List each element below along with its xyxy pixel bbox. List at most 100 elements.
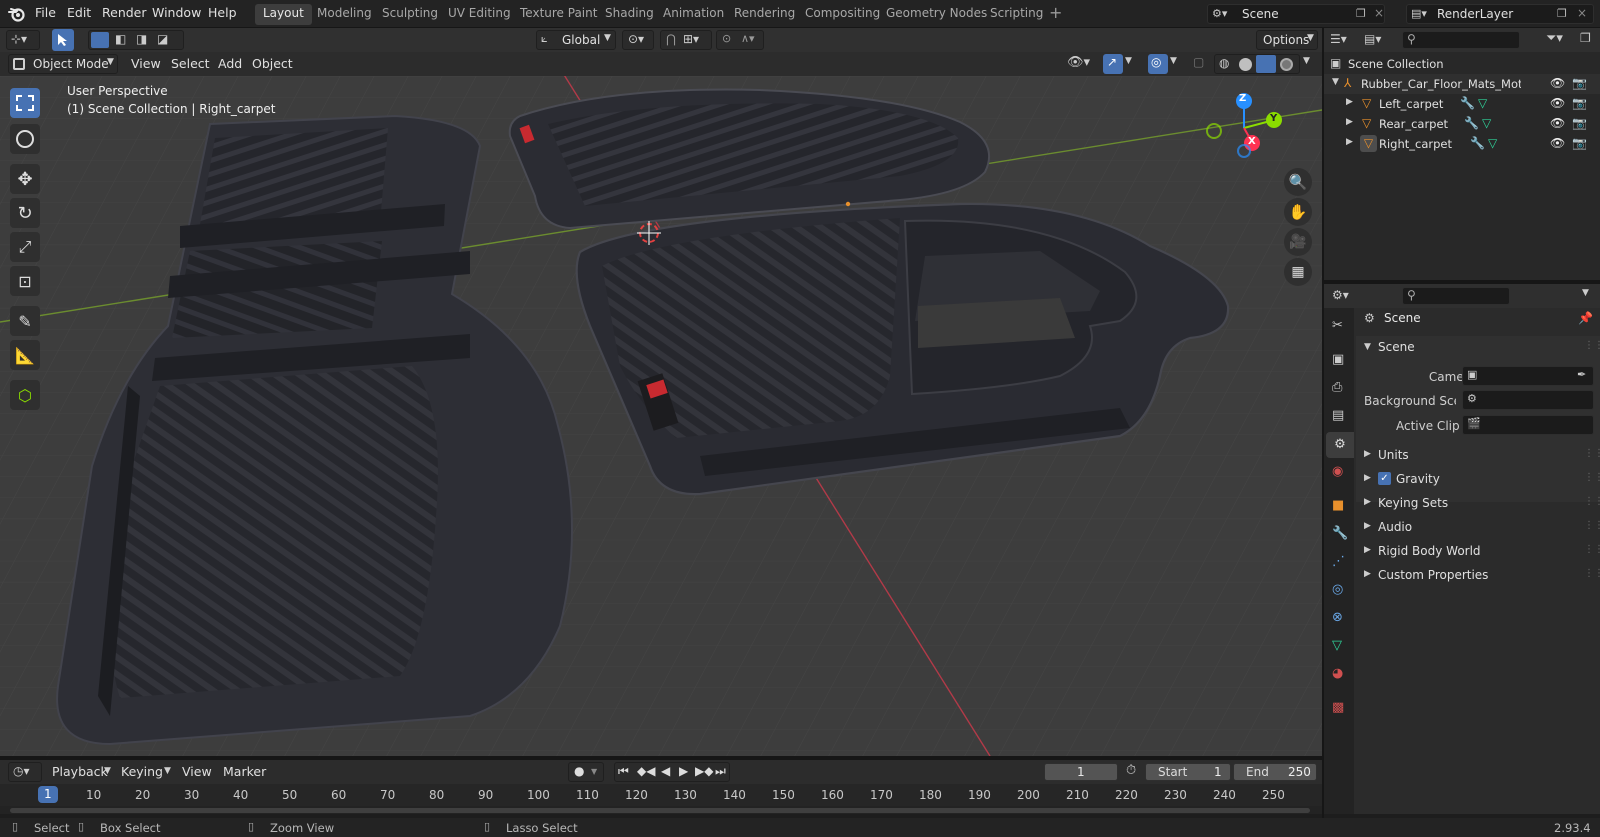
viewport-menu-select[interactable]: Select bbox=[171, 56, 210, 71]
camera-field[interactable]: ▣ ✒ bbox=[1462, 366, 1594, 386]
next-keyframe-icon[interactable]: ▶◆ bbox=[695, 764, 713, 778]
transform-tool[interactable]: ⊡ bbox=[10, 266, 40, 296]
play-reverse-icon[interactable]: ◀ bbox=[661, 764, 670, 778]
solid-shading-icon[interactable] bbox=[1239, 58, 1252, 71]
mode-dropdown[interactable]: Object Mode ▼ bbox=[8, 54, 118, 74]
auto-keying-button[interactable]: ● ▼ bbox=[568, 762, 604, 782]
properties-editor-type-icon[interactable]: ⚙▾ bbox=[1332, 288, 1349, 302]
object-properties-icon[interactable]: ■ bbox=[1332, 498, 1344, 513]
close-view-layer-icon[interactable]: × bbox=[1577, 6, 1587, 20]
render-camera-icon[interactable]: 📷 bbox=[1572, 136, 1587, 150]
proportional-editing-group[interactable]: ⊙ ∧▾ bbox=[716, 30, 764, 50]
shading-mode-group[interactable]: ◍ bbox=[1214, 54, 1300, 74]
outliner-search-input[interactable]: ⚲ bbox=[1402, 31, 1520, 49]
panel-audio[interactable]: ▶ Audio ⋮⋮ bbox=[1356, 516, 1600, 538]
move-tool[interactable]: ✥ bbox=[10, 164, 40, 194]
annotate-tool[interactable]: ✎ bbox=[10, 306, 40, 336]
drag-handle-icon[interactable]: ⋮⋮ bbox=[1584, 496, 1600, 507]
panel-gravity[interactable]: ▶ ✓ Gravity ⋮⋮ bbox=[1356, 468, 1600, 490]
tab-compositing[interactable]: Compositing bbox=[797, 4, 888, 25]
render-camera-icon[interactable]: 📷 bbox=[1572, 96, 1587, 110]
tab-sculpting[interactable]: Sculpting bbox=[374, 4, 446, 25]
editor-type-button[interactable]: ⊹▾ bbox=[6, 30, 40, 50]
perspective-toggle-icon[interactable]: ▦ bbox=[1284, 258, 1312, 286]
tool-settings-icon[interactable]: ✂ bbox=[1332, 318, 1343, 333]
camera-view-icon[interactable]: 🎥 bbox=[1284, 228, 1312, 256]
select-subtract-icon[interactable]: ◨ bbox=[136, 32, 147, 46]
visibility-eye-icon[interactable]: 👁 bbox=[1550, 136, 1565, 150]
outliner-row-scene-collection[interactable]: ▣ Scene Collection bbox=[1324, 54, 1600, 74]
select-box-tool[interactable] bbox=[10, 88, 40, 118]
xray-toggle-icon[interactable]: ▢ bbox=[1193, 55, 1204, 69]
render-camera-icon[interactable]: 📷 bbox=[1572, 116, 1587, 130]
timeline-editor-type-button[interactable]: ◷▾ bbox=[8, 762, 42, 782]
gravity-checkbox[interactable]: ✓ bbox=[1378, 472, 1391, 485]
physics-properties-icon[interactable]: ◎ bbox=[1332, 582, 1343, 597]
current-frame-field[interactable]: 1 bbox=[1044, 763, 1118, 781]
modifier-wrench-icon[interactable]: 🔧 bbox=[1464, 116, 1479, 130]
copy-view-layer-icon[interactable]: ❐ bbox=[1557, 7, 1567, 20]
drag-handle-icon[interactable]: ⋮⋮ bbox=[1584, 568, 1600, 579]
scale-tool[interactable]: ⤢ bbox=[10, 232, 40, 262]
tab-rendering[interactable]: Rendering bbox=[726, 4, 803, 25]
chevron-down-icon[interactable]: ▼ bbox=[1582, 288, 1589, 298]
output-properties-icon[interactable]: ⎙ bbox=[1332, 380, 1342, 395]
zoom-icon[interactable]: 🔍 bbox=[1284, 168, 1312, 196]
tab-texture-paint[interactable]: Texture Paint bbox=[512, 4, 605, 25]
tab-shading[interactable]: Shading bbox=[597, 4, 662, 25]
drag-handle-icon[interactable]: ⋮⋮ bbox=[1584, 520, 1600, 531]
visibility-eye-icon[interactable]: 👁 bbox=[1550, 96, 1565, 110]
new-collection-icon[interactable]: ❐ bbox=[1580, 31, 1591, 45]
chevron-down-icon[interactable]: ▼ bbox=[1170, 56, 1177, 66]
visibility-eye-icon[interactable]: 👁 bbox=[1550, 76, 1565, 90]
drag-handle-icon[interactable]: ⋮⋮ bbox=[1584, 448, 1600, 459]
outliner-editor-type-icon[interactable]: ☰▾ bbox=[1330, 32, 1347, 46]
modifier-properties-icon[interactable]: 🔧 bbox=[1332, 526, 1348, 541]
timeline-menu-marker[interactable]: Marker bbox=[223, 764, 266, 779]
expand-arrow-icon[interactable]: ▼ bbox=[1332, 77, 1339, 87]
outliner-row-collection[interactable]: ▼ ⅄ Rubber_Car_Floor_Mats_Motc 👁 📷 bbox=[1324, 74, 1600, 94]
expand-arrow-icon[interactable]: ▼ bbox=[1364, 342, 1371, 352]
selection-mode-group[interactable]: ◧ ◨ ◪ bbox=[88, 30, 184, 50]
viewport-menu-add[interactable]: Add bbox=[218, 56, 242, 71]
cursor-tool[interactable] bbox=[10, 124, 40, 154]
timeline-menu-playback[interactable]: Playback bbox=[52, 764, 108, 779]
texture-properties-icon[interactable]: ▩ bbox=[1332, 700, 1344, 715]
viewport-menu-view[interactable]: View bbox=[131, 56, 161, 71]
timeline-menu-view[interactable]: View bbox=[182, 764, 212, 779]
jump-end-icon[interactable]: ⏭ bbox=[715, 764, 726, 779]
prev-keyframe-icon[interactable]: ◆◀ bbox=[637, 764, 655, 778]
panel-rigid-body-world[interactable]: ▶ Rigid Body World ⋮⋮ bbox=[1356, 540, 1600, 562]
panel-keying-sets[interactable]: ▶ Keying Sets ⋮⋮ bbox=[1356, 492, 1600, 514]
play-icon[interactable]: ▶ bbox=[679, 764, 688, 778]
end-frame-field[interactable]: End 250 bbox=[1233, 763, 1317, 781]
active-clip-field[interactable]: 🎬 bbox=[1462, 415, 1594, 435]
outliner-row-left-carpet[interactable]: ▶ ▽ Left_carpet 🔧 ▽ 👁 📷 bbox=[1324, 94, 1600, 114]
jump-start-icon[interactable]: ⏮ bbox=[618, 764, 629, 779]
chevron-down-icon[interactable]: ▼ bbox=[1303, 56, 1310, 66]
mesh-data-icon[interactable]: ▽ bbox=[1482, 116, 1491, 130]
add-cube-tool[interactable]: ⬡ bbox=[10, 380, 40, 410]
scene-properties-icon[interactable]: ⚙ bbox=[1326, 432, 1354, 458]
select-invert-icon[interactable]: ◪ bbox=[157, 32, 168, 46]
timeline-scrollbar[interactable] bbox=[10, 808, 1310, 813]
timeline-menu-keying[interactable]: Keying bbox=[121, 764, 163, 779]
blender-logo-icon[interactable] bbox=[8, 5, 26, 23]
start-frame-field[interactable]: Start 1 bbox=[1145, 763, 1231, 781]
data-properties-icon[interactable]: ▽ bbox=[1332, 638, 1342, 653]
pin-icon[interactable]: 📌 bbox=[1578, 311, 1593, 325]
material-properties-icon[interactable]: ◕ bbox=[1332, 666, 1343, 681]
playback-controls[interactable]: ⏮ ◆◀ ◀ ▶ ▶◆ ⏭ bbox=[614, 762, 730, 782]
drag-handle-icon[interactable]: ⋮⋮ bbox=[1584, 340, 1600, 351]
gizmo-toggle-button[interactable]: ↗ bbox=[1103, 54, 1123, 74]
3d-viewport[interactable]: Z Y X User Perspective (1) Scene Collect… bbox=[0, 76, 1322, 756]
add-workspace-icon[interactable]: + bbox=[1049, 3, 1062, 22]
proportional-editing-icon[interactable]: ⊙ bbox=[722, 32, 731, 45]
rendered-shading-icon[interactable] bbox=[1280, 58, 1293, 71]
snap-magnet-icon[interactable]: ⋂ bbox=[666, 32, 676, 46]
outliner-row-right-carpet[interactable]: ▶ ▽ Right_carpet 🔧 ▽ 👁 📷 bbox=[1324, 134, 1600, 154]
pan-hand-icon[interactable]: ✋ bbox=[1284, 198, 1312, 226]
select-new-icon[interactable] bbox=[91, 32, 109, 48]
world-properties-icon[interactable]: ◉ bbox=[1332, 464, 1343, 479]
background-scene-field[interactable]: ⚙ bbox=[1462, 390, 1594, 410]
